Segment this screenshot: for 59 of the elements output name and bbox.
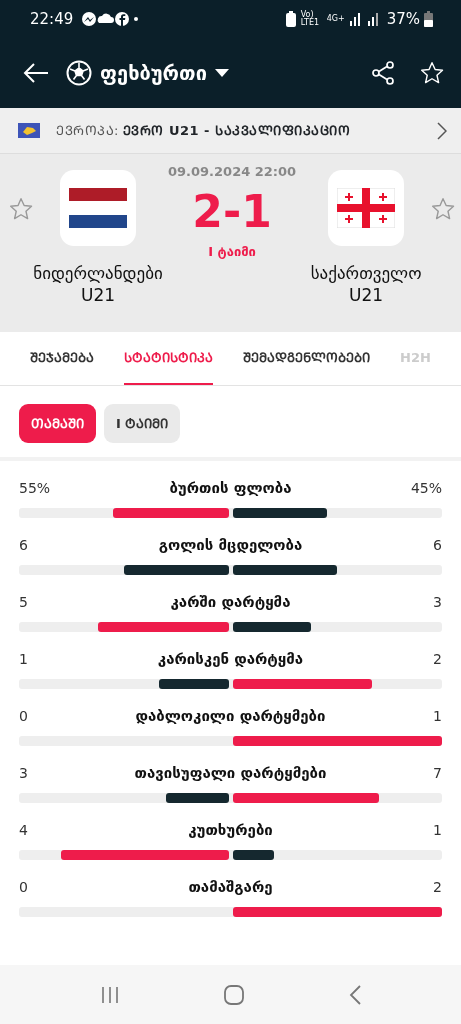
filter-chip[interactable]: I ᲢᲐᲘᲛᲘ [104,404,181,443]
match-period: I ტაიმი [208,242,256,261]
screen-title: ფეხბურთი [100,60,207,87]
battery-saver-icon [284,11,297,27]
flag-icon [69,188,127,228]
stat-label: დაბლოკილი დარტყმები [134,706,327,728]
clock-text: 22:49 [30,8,74,30]
stat-label: გოლის მცდელობა [157,535,304,557]
stat-value: 45% [410,479,442,498]
stat-value: 7 [433,764,442,783]
score-text: 2-1 [192,189,272,234]
stat-label: ბურთის ფლობა [168,478,293,500]
stat-label: თამაშგარე [187,877,274,899]
stat-value: 0 [19,707,28,726]
stat-value: 1 [433,707,442,726]
share-button[interactable] [371,60,395,86]
stat-value: 1 [433,821,442,840]
back-nav-button[interactable] [347,983,362,1006]
battery-text: 37% [386,8,420,30]
favorite-button[interactable] [419,60,445,86]
stat-label: კარში დარტყმა [169,592,292,614]
dropdown-caret-icon[interactable] [214,69,229,77]
notification-icons [81,11,140,27]
stat-label: კარისკენ დარტყმა [156,649,305,671]
stat-value: 6 [433,536,442,555]
chevron-right-icon[interactable] [437,121,447,140]
tab[interactable]: ᲨᲔᲯᲐᲛᲔᲑᲐ [30,332,94,385]
stat-bar-fill [158,678,229,689]
stat-value: 2 [433,650,442,669]
stat-label: თავისუფალი დარტყმები [133,763,328,785]
tab[interactable]: ᲨᲔᲛᲐᲓᲒᲔᲜᲚᲝᲑᲔᲑᲘ [243,332,370,385]
home-button[interactable] [222,983,245,1006]
team-name: ნიდერლანდები U21 [32,262,164,307]
stat-label: კუთხურები [187,820,274,842]
league-name-text: ᲔᲕᲠᲝ U21 - ᲡᲐᲙᲕᲐᲚᲘᲤᲘᲙᲐᲪᲘᲝ [122,121,350,140]
tab[interactable]: ᲡᲢᲐᲢᲘᲡᲢᲘᲙᲐ [124,332,213,385]
europe-flag-icon [18,123,40,138]
team-name: საქართველო U21 [309,262,423,307]
soccer-ball-icon [66,60,92,86]
stat-value: 5 [19,593,28,612]
network-text: Vo) LTE1 [300,11,321,27]
back-button[interactable] [22,61,50,85]
stat-bar-fill [232,849,275,860]
match-datetime: 09.09.2024 22:00 [168,163,297,181]
league-region-text: ᲔᲕᲠᲝᲞᲐ: [56,121,119,140]
data-text: 4G+ [326,13,345,25]
stat-value: 2 [433,878,442,897]
flag-icon [337,188,396,228]
stat-value: 55% [19,479,51,498]
battery-icon [424,11,433,27]
stat-value: 3 [19,764,28,783]
stat-value: 1 [19,650,28,669]
filter-chip[interactable]: ᲗᲐᲛᲐᲨᲘ [19,404,96,443]
stat-bar-fill [165,792,229,803]
stat-value: 4 [19,821,28,840]
recents-button[interactable] [99,984,120,1005]
stat-value: 3 [433,593,442,612]
stat-value: 0 [19,878,28,897]
stat-value: 6 [19,536,28,555]
